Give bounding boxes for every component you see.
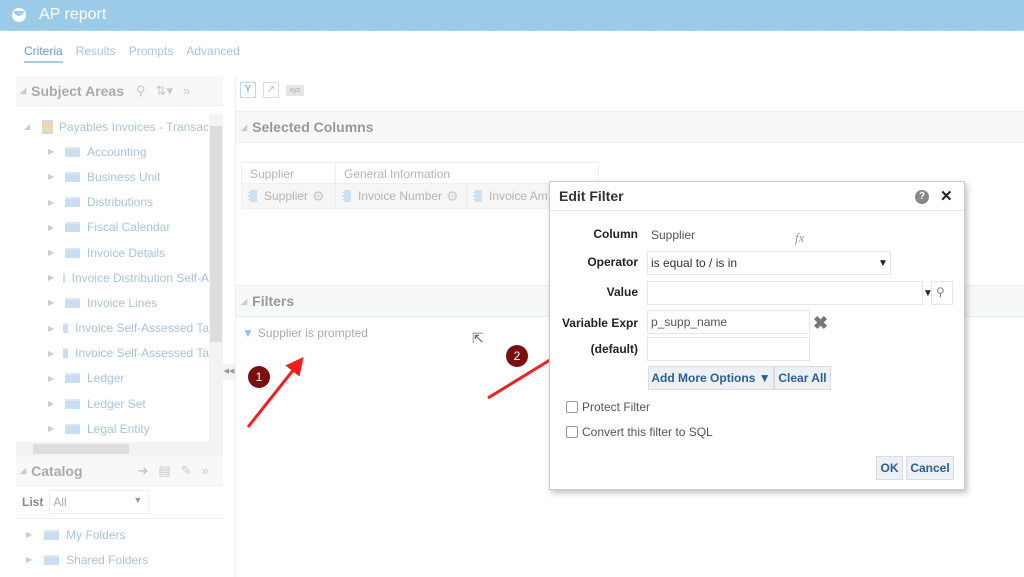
- value-input[interactable]: [647, 281, 923, 305]
- variable-expr-input[interactable]: p_supp_name: [647, 310, 810, 334]
- convert-sql-checkbox[interactable]: Convert this filter to SQL: [566, 425, 713, 439]
- fx-icon[interactable]: fx: [795, 230, 804, 246]
- annotation-badge-1: 1: [248, 366, 270, 388]
- help-icon[interactable]: ?: [915, 190, 929, 204]
- column-field: Supplier: [647, 223, 792, 247]
- value-label: Value: [606, 285, 638, 299]
- protect-filter-label: Protect Filter: [582, 400, 651, 414]
- close-icon[interactable]: ✕: [940, 187, 953, 205]
- operator-label: Operator: [587, 255, 638, 269]
- edit-filter-dialog: Edit Filter ? ✕ Column Supplier fx Opera…: [549, 181, 965, 490]
- variable-expr-label: Variable Expr: [561, 316, 638, 330]
- checkbox-box[interactable]: [566, 401, 578, 413]
- cancel-button[interactable]: Cancel: [906, 456, 954, 480]
- operator-value: is equal to / is in: [651, 256, 738, 270]
- clear-all-button[interactable]: Clear All: [774, 366, 831, 390]
- add-more-options-button[interactable]: Add More Options ▼: [648, 366, 774, 390]
- default-label: (default): [590, 342, 638, 356]
- column-label: Column: [593, 227, 638, 241]
- search-icon[interactable]: ⚲: [931, 281, 953, 305]
- dialog-header: Edit Filter ? ✕: [550, 182, 964, 211]
- annotation-badge-2: 2: [506, 345, 528, 367]
- protect-filter-checkbox[interactable]: Protect Filter: [566, 400, 650, 414]
- operator-select[interactable]: is equal to / is in: [647, 251, 891, 275]
- chevron-down-icon[interactable]: ▼: [878, 258, 888, 269]
- checkbox-box[interactable]: [566, 426, 578, 438]
- ok-button[interactable]: OK: [876, 456, 903, 480]
- default-value-input[interactable]: [647, 337, 810, 361]
- dialog-title: Edit Filter: [559, 188, 624, 204]
- clear-variable-icon[interactable]: ✖: [813, 313, 828, 334]
- convert-sql-label: Convert this filter to SQL: [582, 425, 713, 439]
